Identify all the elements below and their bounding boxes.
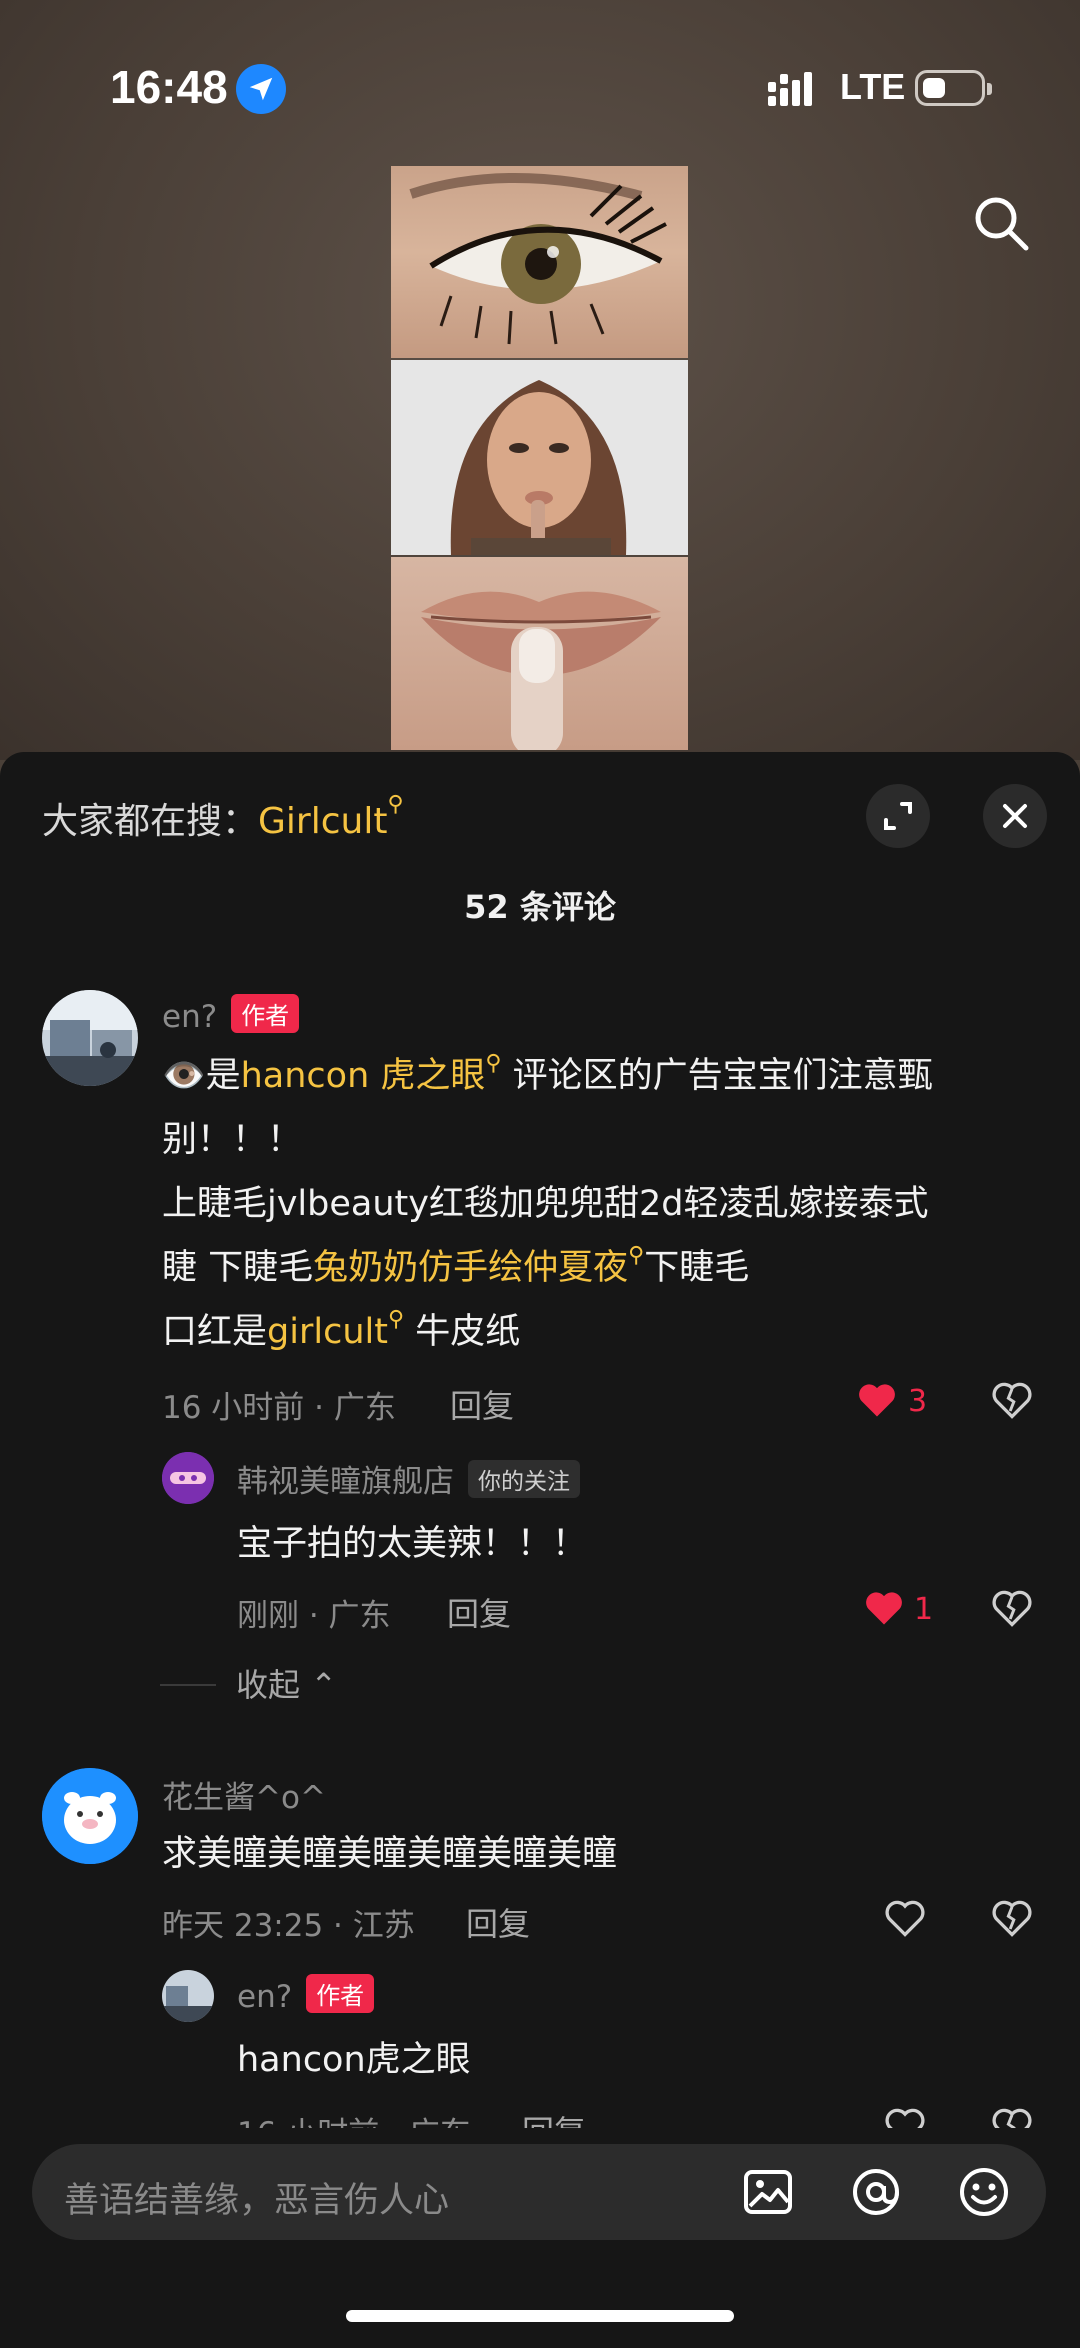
comment-username[interactable]: en? 作者 <box>162 994 300 1035</box>
chevron-up-icon: ⌃ <box>310 1666 337 1704</box>
status-bar: 16:48 LTE <box>0 0 1080 170</box>
reply-button[interactable]: 回复 <box>450 1381 514 1427</box>
heart-filled-icon[interactable] <box>855 1378 899 1422</box>
broken-heart-icon[interactable] <box>990 1586 1034 1630</box>
hot-search-bar[interactable]: 大家都在搜：Girlcult⚲ <box>42 792 404 844</box>
mention-icon[interactable] <box>850 2166 902 2218</box>
broken-heart-icon[interactable] <box>990 1896 1034 1940</box>
lips-closeup-image <box>391 557 688 750</box>
reply-text: 宝子拍的太美辣！！！ <box>237 1524 588 1564</box>
search-small-icon: ⚲ <box>387 1307 405 1332</box>
divider <box>160 1684 216 1686</box>
expand-button[interactable] <box>866 784 930 848</box>
username-text: en? <box>237 1979 293 2015</box>
emoji-icon[interactable] <box>958 2166 1010 2218</box>
reply-button[interactable]: 回复 <box>466 1899 530 1945</box>
collapse-label: 收起 <box>236 1666 301 1704</box>
comment-text: 求美瞳美瞳美瞳美瞳美瞳美瞳 <box>162 1834 618 1874</box>
comment-username[interactable]: 花生酱^o^ <box>162 1772 326 1817</box>
comment-panel: 大家都在搜：Girlcult⚲ 52 条评论 en? 作者 👁️是hancon 虎… <box>0 752 1080 2348</box>
text-span: 牛皮纸 <box>404 1312 521 1352</box>
status-time: 16:48 <box>110 61 228 113</box>
cellular-signal-icon <box>768 72 812 106</box>
hot-search-prefix: 大家都在搜： <box>42 801 259 842</box>
search-small-icon: ⚲ <box>628 1243 645 1268</box>
text-span: 睫 下睫毛 <box>162 1248 314 1288</box>
portrait-image <box>391 360 688 555</box>
comment-line: 👁️是hancon 虎之眼⚲ 评论区的广告宝宝们注意甄 <box>162 1044 1042 1108</box>
following-badge: 你的关注 <box>468 1460 580 1498</box>
keyword-link[interactable]: hancon 虎之眼 <box>241 1056 486 1096</box>
comment-line: 别！！！ <box>162 1120 303 1160</box>
comment-meta: 昨天 23:25 · 江苏 <box>162 1908 415 1944</box>
comment-line: 口红是girlcult⚲ 牛皮纸 <box>162 1300 1042 1364</box>
collapse-replies-button[interactable]: 收起 ⌃ <box>236 1660 337 1706</box>
reply-text: hancon虎之眼 <box>237 2040 471 2080</box>
video-collage-image[interactable] <box>391 166 688 750</box>
text-span: 评论区的广告宝宝们注意甄 <box>501 1056 933 1096</box>
search-small-icon: ⚲ <box>485 1051 502 1076</box>
text-span: 口红是 <box>162 1312 268 1352</box>
close-icon <box>1003 804 1027 828</box>
battery-icon <box>915 70 992 106</box>
heart-outline-icon[interactable] <box>883 1896 927 1940</box>
like-count: 1 <box>914 1592 934 1627</box>
reply-button[interactable]: 回复 <box>447 1589 511 1635</box>
expand-icon <box>884 802 912 830</box>
comments-count: 52 条评论 <box>464 888 616 926</box>
image-icon[interactable] <box>742 2166 794 2218</box>
reply-username[interactable]: 韩视美瞳旗舰店 你的关注 <box>237 1456 580 1501</box>
username-text: en? <box>162 999 218 1035</box>
location-arrow-icon <box>236 64 286 114</box>
heart-filled-icon[interactable] <box>862 1586 906 1630</box>
comment-text: 👁️是hancon 虎之眼⚲ 评论区的广告宝宝们注意甄 别！！！ 上睫毛jvlb… <box>162 1044 1042 1364</box>
reply-meta: 刚刚 · 广东 <box>237 1598 391 1634</box>
username-text: 韩视美瞳旗舰店 <box>237 1464 454 1500</box>
avatar[interactable] <box>42 1768 138 1864</box>
eye-closeup-image <box>391 166 688 358</box>
author-badge: 作者 <box>306 1974 375 2013</box>
search-small-icon: ⚲ <box>387 792 404 817</box>
author-badge: 作者 <box>231 994 300 1033</box>
avatar[interactable] <box>162 1970 214 2022</box>
hot-search-keyword[interactable]: Girlcult <box>258 801 387 842</box>
close-button[interactable] <box>983 784 1047 848</box>
comment-line: 睫 下睫毛兔奶奶仿手绘仲夏夜⚲下睫毛 <box>162 1236 1042 1300</box>
avatar[interactable] <box>162 1452 214 1504</box>
network-type: LTE <box>840 66 906 107</box>
comment-input-placeholder: 善语结善缘，恶言伤人心 <box>64 2181 450 2221</box>
broken-heart-icon[interactable] <box>990 1378 1034 1422</box>
text-span: 下睫毛 <box>644 1248 750 1288</box>
home-indicator[interactable] <box>346 2310 734 2322</box>
reply-username[interactable]: en? 作者 <box>237 1974 375 2015</box>
like-count: 3 <box>908 1384 928 1419</box>
text-span: 是 <box>205 1056 241 1096</box>
comment-meta: 16 小时前 · 广东 <box>162 1390 396 1426</box>
comment-input[interactable]: 善语结善缘，恶言伤人心 <box>32 2144 1046 2240</box>
comment-line: 上睫毛jvlbeauty红毯加兜兜甜2d轻凌乱嫁接泰式 <box>162 1184 929 1224</box>
eye-emoji: 👁️ <box>162 1056 206 1096</box>
search-icon[interactable] <box>970 192 1034 256</box>
keyword-link[interactable]: 兔奶奶仿手绘仲夏夜 <box>313 1248 628 1288</box>
avatar[interactable] <box>42 990 138 1086</box>
keyword-link[interactable]: girlcult <box>267 1312 388 1352</box>
